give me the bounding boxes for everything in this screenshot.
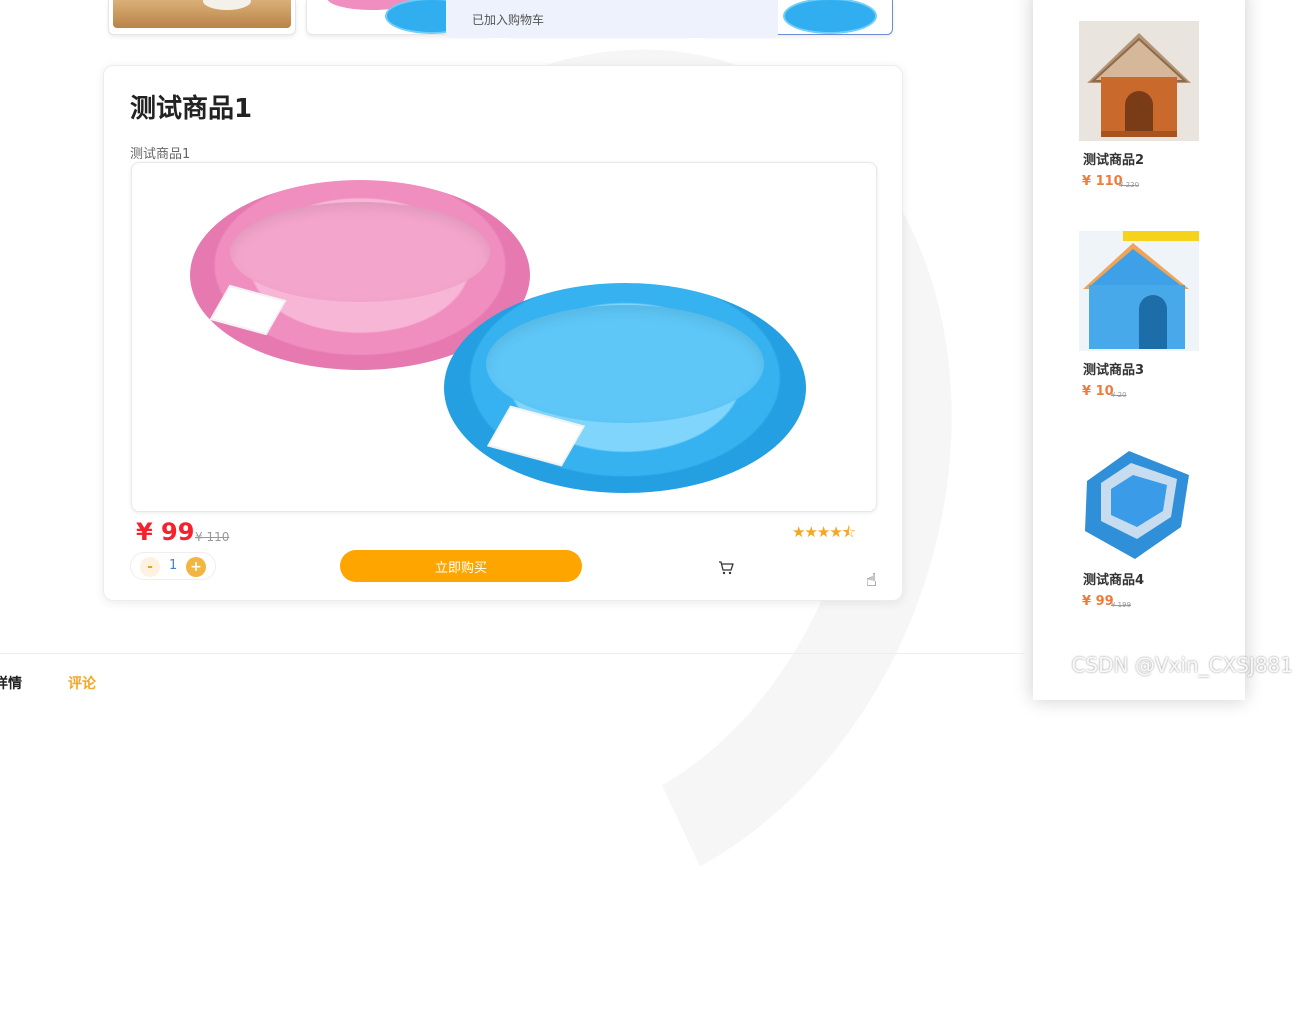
rating-stars: ★★★★⯪ — [792, 523, 856, 541]
bowl-handle — [209, 284, 287, 336]
blue-bowl-image — [444, 283, 806, 493]
quantity-stepper: - 1 + — [130, 552, 216, 580]
recommendation-original-price: ¥ 220 — [1119, 181, 1140, 189]
product-card: 测试商品1 测试商品1 ¥ 99 ¥ 110 ★★★★⯪ - 1 + 立即购买 — [103, 65, 903, 601]
recommendation-price: ¥ 99 — [1082, 594, 1114, 609]
recommendation-name: 测试商品4 — [1083, 573, 1145, 588]
tab-divider — [0, 653, 1025, 654]
toast-notification: 已加入购物车 — [446, 0, 778, 38]
doghouse-blue-image — [1079, 231, 1199, 351]
recommendation-name: 测试商品2 — [1083, 153, 1145, 168]
tab-review[interactable]: 评论 — [68, 673, 96, 693]
thumbnail-image — [113, 0, 291, 28]
product-title: 测试商品1 — [130, 94, 253, 124]
product-subtitle: 测试商品1 — [130, 147, 191, 162]
bowl-handle — [486, 405, 586, 467]
buy-now-button[interactable]: 立即购买 — [340, 550, 582, 582]
current-price: ¥ 99 — [136, 518, 195, 546]
increase-quantity-button[interactable]: + — [186, 557, 206, 577]
thumbnail-image — [783, 0, 877, 34]
recommendation-name: 测试商品3 — [1083, 363, 1145, 378]
recommendation-price: ¥ 110 — [1082, 174, 1123, 189]
cart-icon[interactable] — [718, 560, 734, 576]
recommendation-sidebar[interactable]: 测试商品2 ¥ 110 ¥ 220 测试商品3 ¥ 10 ¥ 20 测试商品4 … — [1033, 0, 1245, 700]
recommendation-original-price: ¥ 20 — [1111, 391, 1127, 399]
doghouse-orange-image — [1079, 21, 1199, 141]
pet-bed-blue-image — [1071, 441, 1201, 561]
recommendation-price: ¥ 10 — [1082, 384, 1114, 399]
recommendation-original-price: ¥ 199 — [1111, 601, 1132, 609]
thumbnail-1[interactable] — [108, 0, 296, 35]
quantity-value[interactable]: 1 — [169, 558, 177, 573]
product-image — [131, 162, 877, 512]
toast-message: 已加入购物车 — [472, 13, 545, 27]
tab-detail[interactable]: 详情 — [0, 673, 22, 693]
decrease-quantity-button[interactable]: - — [140, 557, 160, 577]
hand-cursor-icon: ☝ — [866, 570, 877, 591]
watermark: CSDN @Vxin_CXSJ881 — [1071, 653, 1293, 677]
original-price: ¥ 110 — [195, 530, 230, 544]
